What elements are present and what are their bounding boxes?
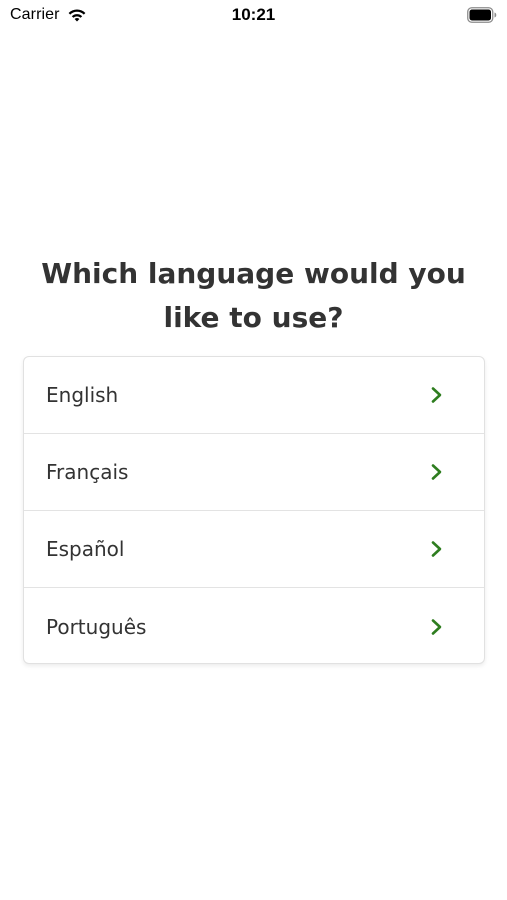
battery-icon bbox=[467, 7, 497, 23]
chevron-right-icon bbox=[431, 541, 442, 557]
status-bar: Carrier 10:21 bbox=[0, 0, 507, 30]
chevron-right-icon bbox=[431, 464, 442, 480]
language-label: Português bbox=[46, 614, 147, 639]
page-title: Which language would you like to use? bbox=[41, 257, 466, 334]
language-label: English bbox=[46, 383, 119, 407]
language-option-francais[interactable]: Français bbox=[24, 434, 484, 511]
language-option-portugues[interactable]: Português bbox=[24, 588, 484, 663]
chevron-right-icon bbox=[431, 387, 442, 403]
status-time: 10:21 bbox=[231, 5, 276, 24]
language-option-english[interactable]: English bbox=[24, 357, 484, 434]
language-list: English Français Español Português bbox=[23, 356, 485, 664]
language-option-espanol[interactable]: Español bbox=[24, 511, 484, 588]
language-label: Français bbox=[46, 460, 129, 484]
chevron-right-icon bbox=[431, 618, 442, 635]
language-label: Español bbox=[46, 537, 125, 561]
